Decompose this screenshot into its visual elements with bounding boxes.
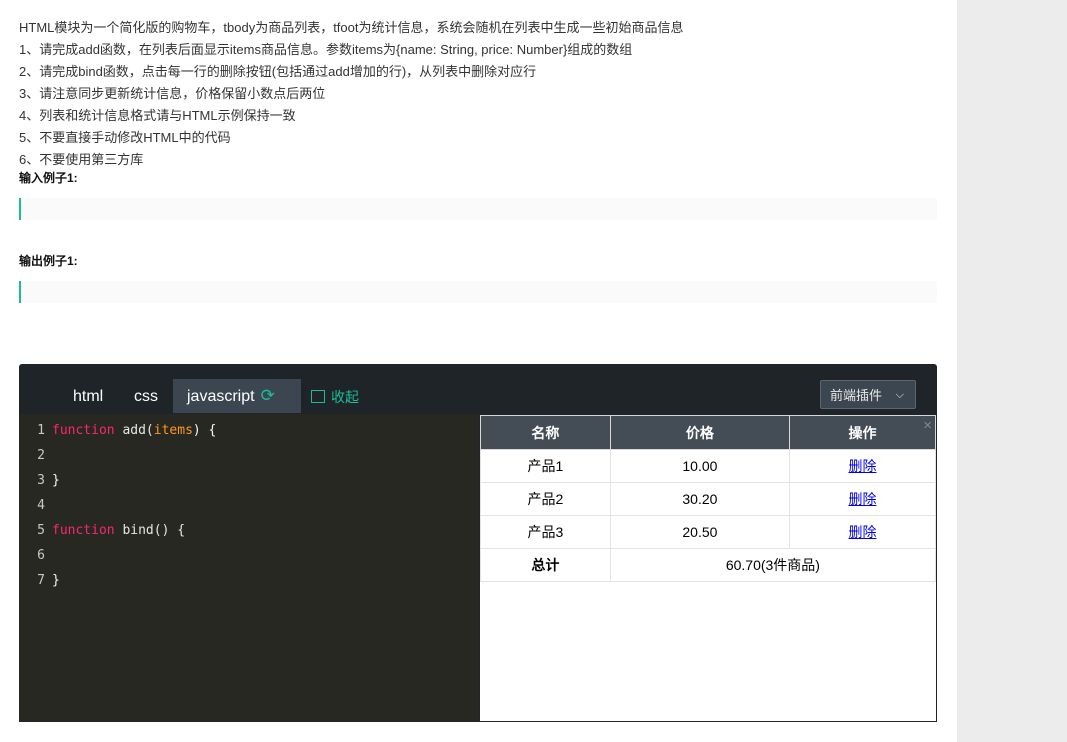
product-price: 10.00 (609, 449, 790, 483)
total-value: 60.70(3件商品) (609, 548, 937, 582)
description-line: 5、不要直接手动修改HTML中的代码 (19, 130, 231, 145)
delete-link[interactable]: 删除 (848, 458, 876, 474)
code-rest: ) { (192, 423, 217, 438)
code-line: 4 (19, 493, 52, 518)
code-line: 6 (19, 543, 52, 568)
output-example-box (19, 281, 937, 303)
delete-cell: 删除 (788, 515, 937, 549)
total-label: 总计 (480, 548, 611, 582)
header-name: 名称 (480, 415, 611, 450)
code-line: 7} (19, 568, 60, 593)
tab-javascript-label: javascript (187, 388, 255, 405)
code-rest: } (52, 473, 60, 488)
table-header-row: 名称 价格 操作 (480, 415, 937, 450)
description-line: HTML模块为一个简化版的购物车，tbody为商品列表，tfoot为统计信息，系… (19, 20, 684, 35)
product-price: 30.20 (609, 482, 790, 516)
table-row: 产品3 20.50 删除 (480, 515, 937, 549)
keyword: function (52, 523, 115, 538)
code-line: 1 function add(items) { (19, 418, 216, 443)
preview-pane: × 名称 价格 操作 产品1 10.00 删除 产品2 30.20 删除 产品3… (479, 414, 937, 722)
code-line: 3} (19, 468, 60, 493)
tab-css[interactable]: css (134, 379, 158, 414)
keyword: function (52, 423, 115, 438)
description-line: 2、请完成bind函数，点击每一行的删除按钮(包括通过add增加的行)，从列表中… (19, 64, 537, 79)
collapse-label: 收起 (331, 389, 359, 405)
line-number: 3 (37, 473, 45, 488)
header-action: 操作 (788, 415, 937, 450)
chevron-down-icon: ⌵ (895, 389, 904, 401)
product-name: 产品3 (480, 515, 611, 549)
parameter: items (153, 423, 193, 438)
description-line: 4、列表和统计信息格式请与HTML示例保持一致 (19, 108, 296, 123)
delete-link[interactable]: 删除 (848, 524, 876, 540)
function-name: bind() { (114, 523, 186, 538)
description-line: 1、请完成add函数，在列表后面显示items商品信息。参数items为{nam… (19, 42, 633, 57)
line-number: 1 (37, 423, 45, 438)
line-number: 4 (37, 498, 45, 513)
tab-javascript[interactable]: javascript ⟳ (173, 379, 301, 413)
description-line: 3、请注意同步更新统计信息，价格保留小数点后两位 (19, 86, 326, 101)
description-text: HTML模块为一个简化版的购物车，tbody为商品列表，tfoot为统计信息，系… (19, 17, 937, 171)
code-line: 2 (19, 443, 52, 468)
code-rest: } (52, 573, 60, 588)
table-row: 产品1 10.00 删除 (480, 449, 937, 483)
total-row: 总计 60.70(3件商品) (480, 548, 937, 582)
line-number: 2 (37, 448, 45, 463)
code-area[interactable]: 1 function add(items) { 2 3} 4 5 function … (19, 414, 479, 722)
code-line: 5 function bind() { (19, 518, 185, 543)
product-name: 产品1 (480, 449, 611, 483)
editor-tabbar: html css javascript ⟳ 收起 前端插件 ⌵ (19, 364, 937, 414)
delete-cell: 删除 (788, 449, 937, 483)
product-price: 20.50 (609, 515, 790, 549)
delete-cell: 删除 (788, 482, 937, 516)
line-number: 6 (37, 548, 45, 563)
function-name: add( (114, 423, 154, 438)
header-price: 价格 (609, 415, 790, 450)
plugin-label: 前端插件 (830, 388, 883, 403)
output-example-label: 输出例子1: (19, 254, 78, 268)
problem-description: HTML模块为一个简化版的购物车，tbody为商品列表，tfoot为统计信息，系… (19, 0, 937, 303)
delete-link[interactable]: 删除 (848, 491, 876, 507)
frontend-plugin-dropdown[interactable]: 前端插件 ⌵ (820, 380, 916, 409)
input-example-label: 输入例子1: (19, 171, 78, 185)
input-example-box (19, 198, 937, 220)
collapse-button[interactable]: 收起 (311, 387, 359, 407)
product-name: 产品2 (480, 482, 611, 516)
close-icon[interactable]: × (923, 417, 932, 434)
window-icon (311, 390, 325, 403)
tab-html[interactable]: html (73, 379, 103, 414)
cart-table: 名称 价格 操作 产品1 10.00 删除 产品2 30.20 删除 产品3 2… (480, 415, 937, 582)
right-gray-panel (957, 0, 1067, 742)
code-editor: html css javascript ⟳ 收起 前端插件 ⌵ 1 function… (19, 364, 937, 722)
line-number: 5 (37, 523, 45, 538)
line-number: 7 (37, 573, 45, 588)
table-row: 产品2 30.20 删除 (480, 482, 937, 516)
description-line: 6、不要使用第三方库 (19, 152, 144, 167)
refresh-icon[interactable]: ⟳ (261, 386, 275, 405)
